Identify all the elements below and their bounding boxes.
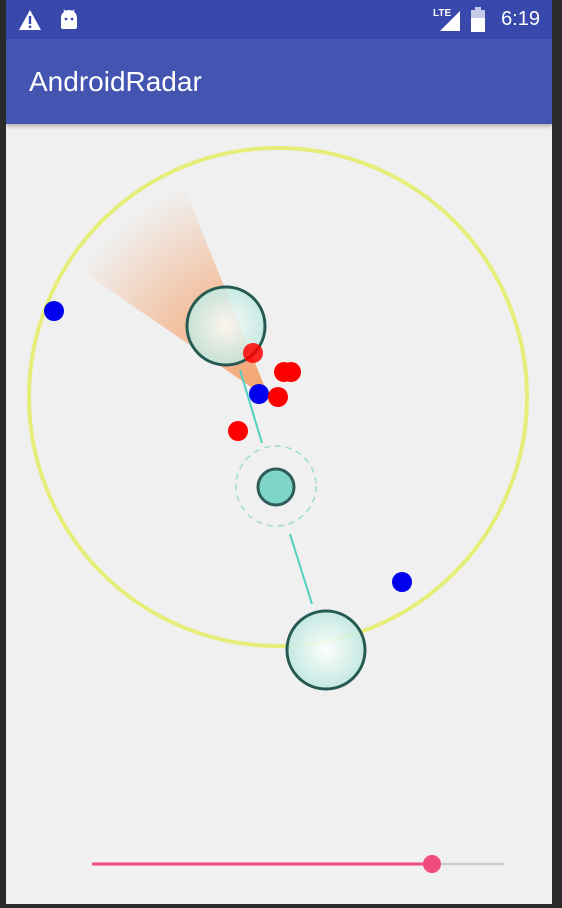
- warning-icon: [19, 10, 41, 30]
- status-time: 6:19: [501, 8, 540, 30]
- red-blip: [281, 362, 301, 382]
- radar-view[interactable]: [6, 124, 552, 824]
- blue-blip: [249, 384, 269, 404]
- app-bar: AndroidRadar: [6, 39, 552, 124]
- status-bar: LTE 6:19: [6, 0, 552, 39]
- red-blip: [243, 343, 263, 363]
- app-screen: LTE 6:19 AndroidRadar: [6, 0, 552, 904]
- blue-blip: [44, 301, 64, 321]
- android-icon: [61, 9, 77, 29]
- app-title: AndroidRadar: [29, 66, 202, 97]
- signal-icon: [440, 11, 460, 31]
- bottom-node-handle[interactable]: [285, 609, 367, 691]
- battery-icon: [471, 7, 485, 32]
- link-line-bottom: [289, 533, 313, 605]
- red-blip: [228, 421, 248, 441]
- range-slider[interactable]: [92, 848, 504, 880]
- red-blip: [268, 387, 288, 407]
- slider-thumb[interactable]: [423, 855, 441, 873]
- center-node[interactable]: [256, 467, 296, 507]
- blue-blip: [392, 572, 412, 592]
